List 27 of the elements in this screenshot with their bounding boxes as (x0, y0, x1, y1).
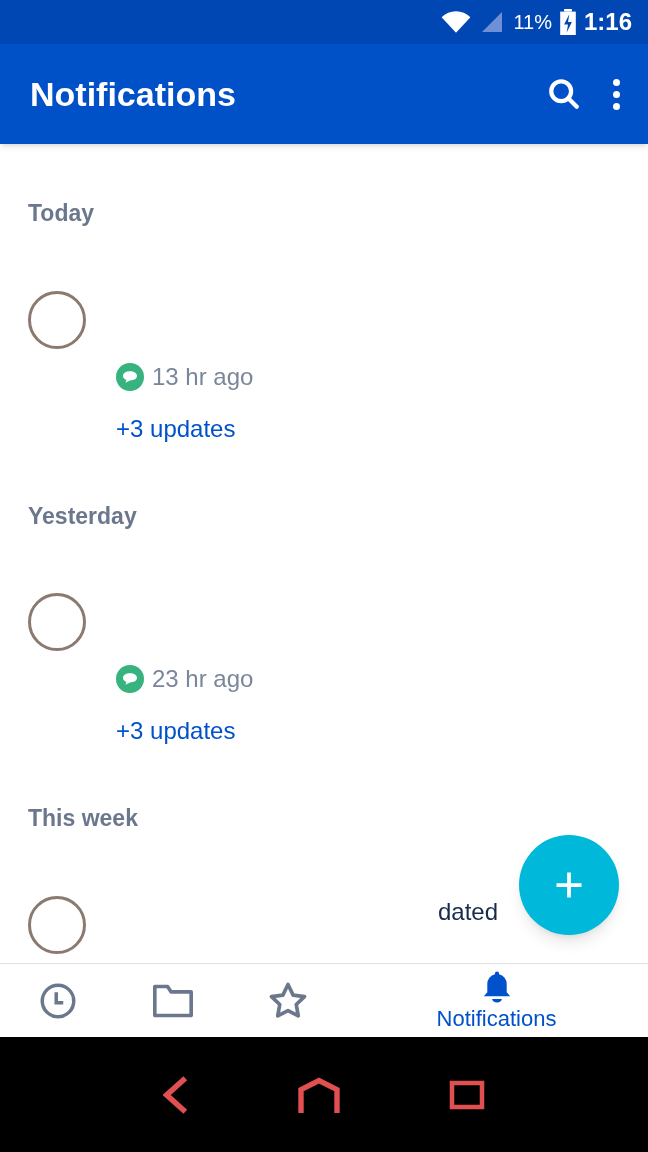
updates-link[interactable]: +3 updates (28, 410, 588, 447)
square-icon (448, 1079, 485, 1110)
section-header: This week (28, 804, 138, 833)
clock-time: 1:16 (583, 7, 632, 37)
notification-text: dated (437, 896, 498, 927)
nav-tab[interactable]: Notifications (345, 969, 648, 1032)
wifi-icon (441, 10, 472, 34)
section-header: Today (28, 199, 95, 228)
updates-link[interactable]: +3 updates (28, 713, 588, 749)
battery-percent: 11% (513, 10, 552, 35)
comment-icon (116, 362, 144, 391)
notification-time: 23 hr ago (152, 664, 254, 694)
search-icon (547, 77, 581, 111)
avatar (28, 290, 86, 349)
section-header: Yesterday (28, 501, 137, 531)
home-button[interactable] (296, 1076, 342, 1113)
avatar (28, 593, 86, 651)
plus-icon (554, 870, 584, 900)
recents-button[interactable] (448, 1079, 485, 1110)
avatar (28, 895, 86, 954)
screen-title: Notifications (30, 73, 237, 115)
back-button[interactable] (163, 1075, 190, 1114)
notification-time: 13 hr ago (152, 361, 254, 392)
comment-icon (116, 665, 144, 693)
back-icon (163, 1075, 190, 1114)
battery-charging-icon (559, 9, 576, 35)
home-icon (296, 1076, 342, 1113)
